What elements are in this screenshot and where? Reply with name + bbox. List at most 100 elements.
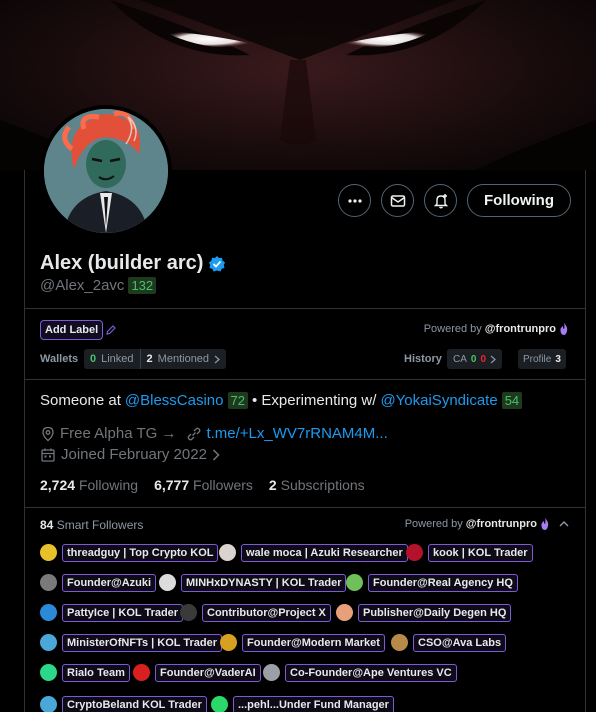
smart-follower-chip[interactable]: Founder@VaderAI: [133, 662, 261, 683]
subscriptions-label: Subscriptions: [280, 477, 365, 493]
mention-score-badge[interactable]: 54: [501, 392, 523, 409]
smart-follower-avatar[interactable]: [40, 634, 57, 651]
mentioned-count: 2: [146, 353, 153, 365]
following-button[interactable]: Following: [467, 184, 571, 217]
smart-follower-chip[interactable]: CSO@Ava Labs: [391, 632, 507, 653]
smart-follower-chip[interactable]: CryptoBeland KOL Trader: [40, 694, 207, 712]
powered-brand: @frontrunpro: [465, 518, 537, 530]
smart-follower-label[interactable]: Rialo Team: [62, 663, 130, 682]
smart-follower-label[interactable]: CSO@Ava Labs: [413, 633, 507, 652]
wallets-mentioned[interactable]: 2 Mentioned: [139, 349, 227, 369]
smart-follower-avatar[interactable]: [336, 604, 353, 621]
smart-followers-label: Smart Followers: [56, 518, 144, 532]
notify-button[interactable]: [424, 184, 458, 217]
smart-follower-label[interactable]: Founder@VaderAI: [155, 663, 261, 682]
subscriptions-count-link[interactable]: 2 Subscriptions: [269, 477, 365, 493]
smart-follower-avatar[interactable]: [40, 696, 57, 712]
chevron-right-icon[interactable]: [212, 448, 220, 461]
link-icon: [188, 427, 201, 440]
profile-website-link[interactable]: t.me/+Lx_WV7rRNAM4M...: [206, 425, 387, 442]
bio-mention-yokaisyndicate[interactable]: @YokaiSyndicate: [380, 392, 497, 409]
divider: [25, 308, 585, 309]
mention-score-badge[interactable]: 72: [227, 392, 248, 409]
avatar[interactable]: [40, 105, 172, 237]
add-label-button[interactable]: Add Label: [40, 320, 104, 340]
handle-score-badge[interactable]: 132: [128, 277, 157, 294]
smart-follower-chip[interactable]: ...pehl...Under Fund Manager: [211, 694, 394, 712]
following-count-link[interactable]: 2,724 Following: [40, 477, 138, 493]
smart-follower-chip[interactable]: threadguy | Top Crypto KOL: [40, 542, 219, 563]
smart-follower-chip[interactable]: MinisterOfNFTs | KOL Trader: [40, 632, 222, 653]
display-name-row: Alex (builder arc): [40, 252, 226, 275]
following-label: Following: [78, 477, 139, 493]
powered-by-frontrun[interactable]: Powered by @frontrunpro: [424, 323, 569, 335]
smart-follower-avatar[interactable]: [391, 634, 408, 651]
chevron-up-icon[interactable]: [559, 520, 569, 528]
smart-follower-label[interactable]: Founder@Modern Market: [242, 633, 385, 652]
smart-follower-avatar[interactable]: [406, 544, 423, 561]
more-button[interactable]: [338, 184, 372, 217]
smart-follower-avatar[interactable]: [180, 604, 197, 621]
smart-follower-chip[interactable]: Co-Founder@Ape Ventures VC: [263, 662, 457, 683]
smart-follower-avatar[interactable]: [263, 664, 280, 681]
smart-follower-chip[interactable]: Contributor@Project X: [180, 602, 331, 623]
smart-follower-label[interactable]: PattyIce | KOL Trader: [62, 603, 184, 622]
smart-follower-label[interactable]: wale moca | Azuki Researcher: [241, 543, 408, 562]
smart-follower-chip[interactable]: Rialo Team: [40, 662, 130, 683]
smart-follower-label[interactable]: MinisterOfNFTs | KOL Trader: [62, 633, 222, 652]
smart-follower-chip[interactable]: Founder@Modern Market: [220, 632, 385, 653]
ca-label: CA: [453, 353, 467, 365]
smart-followers-count: 84: [40, 518, 54, 532]
smart-follower-label[interactable]: Contributor@Project X: [202, 603, 331, 622]
smart-follower-label[interactable]: MINHxDYNASTY | KOL Trader: [181, 573, 347, 592]
smart-follower-avatar[interactable]: [40, 574, 57, 591]
smart-follower-label[interactable]: Publisher@Daily Degen HQ: [358, 603, 512, 622]
smart-follower-chip[interactable]: wale moca | Azuki Researcher: [219, 542, 408, 563]
divider: [25, 379, 585, 380]
wallets-linked[interactable]: 0 Linked: [84, 349, 140, 369]
smart-follower-avatar[interactable]: [159, 574, 176, 591]
column-border-left: [24, 170, 25, 712]
smart-follower-label[interactable]: kook | KOL Trader: [428, 543, 533, 562]
smart-follower-chip[interactable]: Publisher@Daily Degen HQ: [336, 602, 512, 623]
smart-follower-avatar[interactable]: [40, 604, 57, 621]
subscriptions-count: 2: [268, 477, 277, 493]
smart-follower-label[interactable]: CryptoBeland KOL Trader: [62, 695, 207, 712]
smart-follower-label[interactable]: Founder@Azuki: [62, 573, 157, 592]
smart-follower-label[interactable]: threadguy | Top Crypto KOL: [62, 543, 219, 562]
pencil-icon[interactable]: [105, 324, 117, 336]
message-button[interactable]: [381, 184, 415, 217]
history-ca[interactable]: CA 0 0: [447, 349, 503, 369]
smart-follower-chip[interactable]: PattyIce | KOL Trader: [40, 602, 184, 623]
smart-powered-by[interactable]: Powered by @frontrunpro: [405, 518, 569, 530]
wallets-label: Wallets: [40, 353, 79, 365]
smart-follower-avatar[interactable]: [40, 544, 57, 561]
smart-follower-avatar[interactable]: [40, 664, 57, 681]
divider: [25, 507, 585, 508]
more-icon: [347, 198, 362, 203]
smart-follower-chip[interactable]: MINHxDYNASTY | KOL Trader: [159, 572, 347, 593]
followers-count-link[interactable]: 6,777 Followers: [154, 477, 253, 493]
smart-follower-label[interactable]: Founder@Real Agency HQ: [368, 573, 518, 592]
smart-follower-avatar[interactable]: [346, 574, 363, 591]
smart-follower-label[interactable]: Co-Founder@Ape Ventures VC: [285, 663, 457, 682]
smart-follower-avatar[interactable]: [133, 664, 150, 681]
smart-follower-chip[interactable]: Founder@Azuki: [40, 572, 157, 593]
display-name: Alex (builder arc): [40, 252, 204, 274]
smart-follower-avatar[interactable]: [219, 544, 236, 561]
smart-follower-chip[interactable]: kook | KOL Trader: [406, 542, 533, 563]
powered-brand: @frontrunpro: [484, 323, 556, 335]
mentioned-label: Mentioned: [157, 353, 210, 365]
smart-follower-avatar[interactable]: [220, 634, 237, 651]
smart-follower-avatar[interactable]: [211, 696, 228, 712]
powered-by-text: Powered by: [423, 323, 482, 335]
column-border-right: [585, 170, 586, 712]
wallets-selector[interactable]: 0 Linked 2 Mentioned: [84, 349, 227, 369]
flame-icon: [560, 323, 568, 335]
verified-badge-icon[interactable]: [208, 255, 226, 273]
smart-follower-label[interactable]: ...pehl...Under Fund Manager: [233, 695, 394, 712]
history-profile[interactable]: Profile 3: [518, 349, 566, 369]
smart-follower-chip[interactable]: Founder@Real Agency HQ: [346, 572, 518, 593]
profile-count: 3: [555, 353, 561, 365]
bio-mention-blesscasino[interactable]: @BlessCasino: [125, 392, 224, 409]
